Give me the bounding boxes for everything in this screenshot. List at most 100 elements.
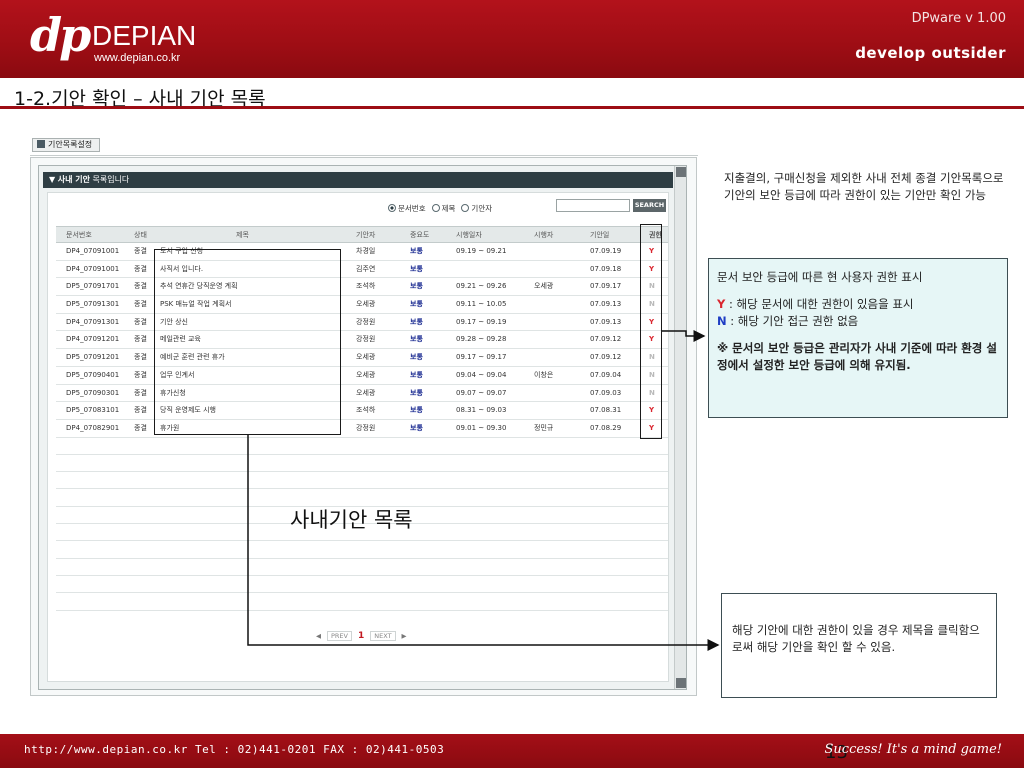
column-header: 시행일자 — [456, 231, 482, 239]
search-filter-options: 문서번호 제목 기안자 — [388, 201, 492, 215]
table-cell: 보통 — [410, 388, 423, 397]
menu-tab-draft-list-settings[interactable]: 기안목록설정 — [32, 138, 100, 152]
table-row[interactable]: DP5_07091701 종결 추석 연휴간 당직운영 계획 조석하 보통 09.21 ~… — [56, 278, 668, 297]
table-row[interactable]: DP4_07091001 종결 사직서 입니다. 김주연 보통 07.09.18 Y — [56, 261, 668, 279]
table-cell: 07.09.18 — [590, 264, 622, 273]
bullet-icon: ▼ — [49, 175, 58, 184]
table-cell: 보통 — [410, 406, 423, 415]
table-cell: DP4_07082901 — [66, 423, 120, 432]
table-cell: 종결 — [134, 370, 147, 379]
table-cell: 종결 — [134, 423, 147, 432]
table-cell: 오세광 — [356, 370, 376, 379]
table-row[interactable]: DP4_07091201 종결 메일관련 교육 강정원 보통 09.28 ~ 09.28 0… — [56, 331, 668, 350]
callout-label: 사내기안 목록 — [290, 508, 413, 532]
table-cell: 09.01 ~ 09.30 — [456, 423, 507, 432]
table-row[interactable]: DP5_07090301 종결 휴가신청 오세광 보통 09.07 ~ 09.07 07.0… — [56, 385, 668, 403]
table-cell: DP5_07091301 — [66, 300, 120, 309]
table-cell: 09.11 ~ 10.05 — [456, 300, 507, 309]
table-cell: 종결 — [134, 406, 147, 415]
table-cell: 이창은 — [534, 370, 554, 379]
column-header: 기안자 — [356, 231, 376, 239]
header-bar: dp DEPIAN www.depian.co.kr DPware v 1.00… — [0, 0, 1024, 78]
table-cell: 07.09.03 — [590, 388, 622, 397]
table-cell: 보통 — [410, 335, 423, 344]
table-cell: 김주연 — [356, 264, 376, 273]
click-title-note-box: 해당 기안에 대한 권한이 있을 경우 제목을 클릭함으로써 해당 기안을 확인… — [721, 593, 997, 698]
list-title: 사내 기안 — [57, 175, 90, 184]
table-cell: 09.28 ~ 09.28 — [456, 335, 507, 344]
empty-row — [56, 455, 668, 473]
list-title-bar: ▼ 사내 기안 목록입니다 — [43, 172, 673, 188]
table-row[interactable]: DP4_07091301 종결 기안 상신 강정원 보통 09.17 ~ 09.19 07.… — [56, 314, 668, 332]
table-cell: 보통 — [410, 300, 423, 309]
table-cell: 07.09.13 — [590, 317, 622, 326]
table-cell: 종결 — [134, 317, 147, 326]
table-cell: 09.17 ~ 09.19 — [456, 317, 507, 326]
version-label: DPware v 1.00 — [911, 11, 1006, 26]
table-cell: 08.31 ~ 09.03 — [456, 406, 507, 415]
radio-icon — [461, 203, 470, 212]
empty-row — [56, 438, 668, 455]
table-cell: 07.09.04 — [590, 370, 622, 379]
table-cell: 강정원 — [356, 335, 376, 344]
scope-note: 지출결의, 구매신청을 제외한 사내 전체 종결 기안목록으로 기안의 보안 등… — [724, 171, 1004, 202]
security-note: ※ 문서의 보안 등급은 관리자가 사내 기준에 따라 환경 설정에서 설정한 … — [717, 341, 997, 372]
next-arrow-icon[interactable]: ▶ — [402, 632, 407, 640]
table-cell: 강정원 — [356, 423, 376, 432]
draft-table: 문서번호 상태 제목 기안자 중요도 시행일자 시행자 기안일 권한 DP4_0… — [56, 226, 668, 611]
table-row[interactable]: DP5_07083101 종결 당직 운영제도 시행 조석하 보통 08.31 ~ 09.… — [56, 402, 668, 420]
table-cell: 보통 — [410, 353, 423, 362]
column-header: 문서번호 — [66, 231, 92, 239]
table-row[interactable]: DP4_07082901 종결 휴가원 강정원 보통 09.01 ~ 09.30 정민규 07… — [56, 420, 668, 438]
permission-note-title: 문서 보안 등급에 따른 현 사용자 권한 표시 — [717, 270, 923, 284]
table-cell: 09.21 ~ 09.26 — [456, 282, 507, 291]
column-header: 상태 — [134, 231, 147, 239]
logo-url: www.depian.co.kr — [94, 52, 181, 64]
table-cell: 07.09.13 — [590, 300, 622, 309]
vertical-scrollbar[interactable] — [674, 166, 686, 689]
table-cell: 09.04 ~ 09.04 — [456, 370, 507, 379]
prev-page-button[interactable]: PREV — [327, 631, 352, 641]
table-cell: DP4_07091001 — [66, 247, 120, 255]
scroll-up-button[interactable] — [676, 167, 686, 177]
empty-row — [56, 541, 668, 559]
radio-icon — [431, 203, 440, 212]
search-input[interactable] — [556, 199, 630, 212]
table-cell: 07.08.31 — [590, 406, 622, 415]
table-cell: 보통 — [410, 370, 423, 379]
table-row[interactable]: DP5_07090401 종결 업무 인계서 오세광 보통 09.04 ~ 09.04 이창… — [56, 367, 668, 385]
filter-option-doc-number[interactable]: 문서번호 — [388, 203, 426, 214]
table-cell: 보통 — [410, 282, 423, 291]
draft-list-window: ▼ 사내 기안 목록입니다 문서번호 제목 기안자 SEARCH 문서번호 상태… — [38, 165, 687, 690]
table-cell: 보통 — [410, 264, 423, 273]
table-row[interactable]: DP5_07091301 종결 PSK 매뉴얼 작업 계획서 오세광 보통 09.11 ~… — [56, 296, 668, 314]
empty-row — [56, 559, 668, 576]
column-header: 중요도 — [410, 231, 430, 239]
footer-slogan: Success! It's a mind game! — [824, 742, 1002, 757]
prev-arrow-icon[interactable]: ◀ — [316, 632, 321, 640]
table-cell: 09.19 ~ 09.21 — [456, 247, 507, 255]
list-subtitle: 목록입니다 — [92, 175, 130, 184]
header-slogan: develop outsider — [855, 44, 1006, 62]
current-page[interactable]: 1 — [358, 631, 364, 641]
title-divider — [0, 106, 1024, 109]
filter-option-title[interactable]: 제목 — [431, 203, 455, 214]
table-cell: DP5_07091701 — [66, 282, 120, 291]
scroll-down-button[interactable] — [676, 678, 686, 688]
next-page-button[interactable]: NEXT — [370, 631, 396, 641]
table-cell: 종결 — [134, 247, 147, 255]
logo-wordmark: DEPIAN — [92, 20, 197, 51]
permission-column-highlight — [640, 224, 662, 439]
table-cell: 종결 — [134, 353, 147, 362]
table-row[interactable]: DP4_07091001 종결 도서 구입 신청 차경일 보통 09.19 ~ 09.21… — [56, 243, 668, 261]
empty-row — [56, 593, 668, 611]
empty-row — [56, 472, 668, 490]
table-cell: 09.07 ~ 09.07 — [456, 388, 507, 397]
table-cell: 09.17 ~ 09.17 — [456, 353, 507, 362]
search-button[interactable]: SEARCH — [633, 199, 666, 212]
filter-option-author[interactable]: 기안자 — [461, 203, 492, 214]
table-row[interactable]: DP5_07091201 종결 예비군 훈련 관련 휴가 오세광 보통 09.17 ~ 0… — [56, 349, 668, 367]
table-cell: DP5_07090301 — [66, 388, 120, 397]
tab-divider — [30, 155, 698, 156]
table-cell: 종결 — [134, 264, 147, 273]
